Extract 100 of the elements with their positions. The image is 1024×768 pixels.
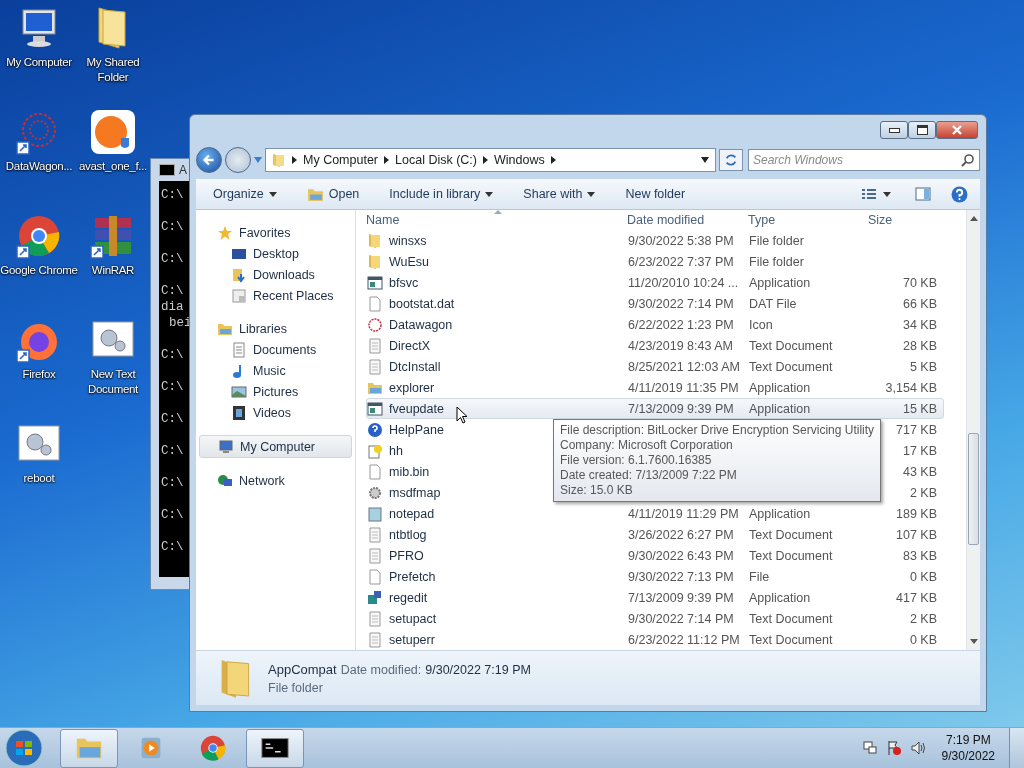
date-modified: 4/11/2019 11:35 PM [628, 380, 739, 395]
file-name: PFRO [389, 548, 424, 563]
file-type: Application [749, 590, 811, 605]
console-line: C:\ [161, 476, 184, 490]
file-name: ntbtlog [389, 527, 427, 542]
date-modified: 4/23/2019 8:43 AM [628, 338, 733, 353]
shortcut-label: WinRAR [91, 263, 135, 278]
file-name: HelpPane [389, 422, 444, 437]
file-type: DAT File [749, 296, 797, 311]
file-name: bootstat.dat [389, 296, 455, 311]
file-name: regedit [389, 590, 428, 605]
shortcut-label: DataWagon... [5, 159, 73, 174]
file-size: 28 KB [902, 338, 937, 353]
date-modified: 6/22/2022 1:23 PM [628, 317, 734, 332]
file-type: Text Document [749, 338, 833, 353]
date-modified: 9/30/2022 5:38 PM [628, 233, 734, 248]
date-modified: 9/30/2022 7:13 PM [628, 569, 734, 584]
file-size: 417 KB [896, 590, 937, 605]
console-line: C:\ [161, 444, 184, 458]
shortcut-label: New Text Document [87, 367, 139, 397]
file-size: 5 KB [909, 359, 937, 374]
file-name: fveupdate [389, 401, 444, 416]
clock-time: 7:19 PM [945, 732, 991, 748]
console-line: bei [169, 316, 192, 330]
file-size: 189 KB [896, 506, 937, 521]
tooltip-text: File version: 6.1.7600.16385 [560, 453, 712, 467]
field-label: Date modified: [340, 662, 422, 677]
date-modified: 8/25/2021 12:03 AM [628, 359, 740, 374]
file-type: Text Document [749, 359, 833, 374]
shortcut-label: reboot [23, 471, 55, 486]
file-size: 83 KB [902, 548, 937, 563]
file-name: Datawagon [389, 317, 453, 332]
file-name: Prefetch [389, 569, 436, 584]
file-name: setupact [389, 611, 437, 626]
shortcut-label: My Shared Folder [85, 55, 141, 85]
date-modified: 3/26/2022 6:27 PM [628, 527, 734, 542]
file-size: 0 KB [909, 632, 937, 647]
date-modified: 6/23/2022 7:37 PM [628, 254, 734, 269]
field-value: 9/30/2022 7:19 PM [425, 662, 531, 677]
file-size: 2 KB [909, 611, 937, 626]
tooltip-text: Date created: 7/13/2009 7:22 PM [560, 468, 737, 482]
file-size: 43 KB [902, 464, 937, 479]
console-line: C:\ [161, 508, 184, 522]
file-name: mib.bin [389, 464, 430, 479]
shortcut-label: Firefox [22, 367, 56, 382]
file-name: explorer [389, 380, 435, 395]
file-name: setuperr [389, 632, 435, 647]
file-name: WuEsu [389, 254, 430, 269]
file-type: Text Document [749, 611, 833, 626]
date-modified: 11/20/2010 10:24 ... [628, 275, 739, 290]
file-name: winsxs [389, 233, 427, 248]
file-type: Icon [749, 317, 773, 332]
file-type: File folder [749, 233, 804, 248]
console-line: C:\ [161, 188, 184, 202]
file-name: msdfmap [389, 485, 441, 500]
tooltip-text: File description: BitLocker Drive Encryption Servicing Utility [560, 423, 875, 437]
file-size: 0 KB [909, 569, 937, 584]
shortcut-label: avast_one_f... [78, 159, 147, 174]
file-name: bfsvc [389, 275, 419, 290]
date-modified: 9/30/2022 6:43 PM [628, 548, 734, 563]
tooltip-text: Size: 15.0 KB [560, 483, 633, 497]
console-line: C:\ [161, 284, 184, 298]
console-line: C:\ [161, 380, 184, 394]
file-type: File folder [749, 254, 804, 269]
file-size: 2 KB [909, 485, 937, 500]
date-modified: 4/11/2019 11:29 PM [628, 506, 739, 521]
shortcut-label: Google Chrome [0, 263, 78, 278]
file-type: Application [749, 275, 811, 290]
file-name: notepad [389, 506, 435, 521]
console-line: C:\ [161, 412, 184, 426]
console-line: dia [161, 300, 184, 314]
item-name: AppCompat [268, 661, 337, 677]
console-title: A [179, 163, 187, 177]
date-modified: 9/30/2022 7:14 PM [628, 611, 734, 626]
shortcut-label: My Computer [6, 55, 72, 70]
file-type: Application [749, 380, 811, 395]
file-size: 107 KB [896, 527, 937, 542]
file-size: 66 KB [902, 296, 937, 311]
tooltip-text: Company: Microsoft Corporation [560, 438, 733, 452]
date-modified: 7/13/2009 9:39 PM [628, 590, 734, 605]
file-name: hh [389, 443, 403, 458]
item-type: File folder [268, 680, 324, 695]
file-size: 70 KB [902, 275, 937, 290]
file-name: DtcInstall [389, 359, 441, 374]
date-modified: 9/30/2022 7:14 PM [628, 296, 734, 311]
file-type: Text Document [749, 527, 833, 542]
console-line: C:\ [161, 220, 184, 234]
file-type: Application [749, 401, 811, 416]
file-name: DirectX [389, 338, 430, 353]
file-type: Application [749, 506, 811, 521]
file-type: File [749, 569, 770, 584]
console-line: C:\ [161, 348, 184, 362]
date-modified: 7/13/2009 9:39 PM [628, 401, 734, 416]
file-type: Text Document [749, 548, 833, 563]
console-line: C:\ [161, 540, 184, 554]
file-size: 717 KB [896, 422, 937, 437]
clock-date: 9/30/2022 [941, 748, 995, 764]
date-modified: 6/23/2022 11:12 PM [628, 632, 740, 647]
console-line: C:\ [161, 252, 184, 266]
file-size: 15 KB [902, 401, 937, 416]
